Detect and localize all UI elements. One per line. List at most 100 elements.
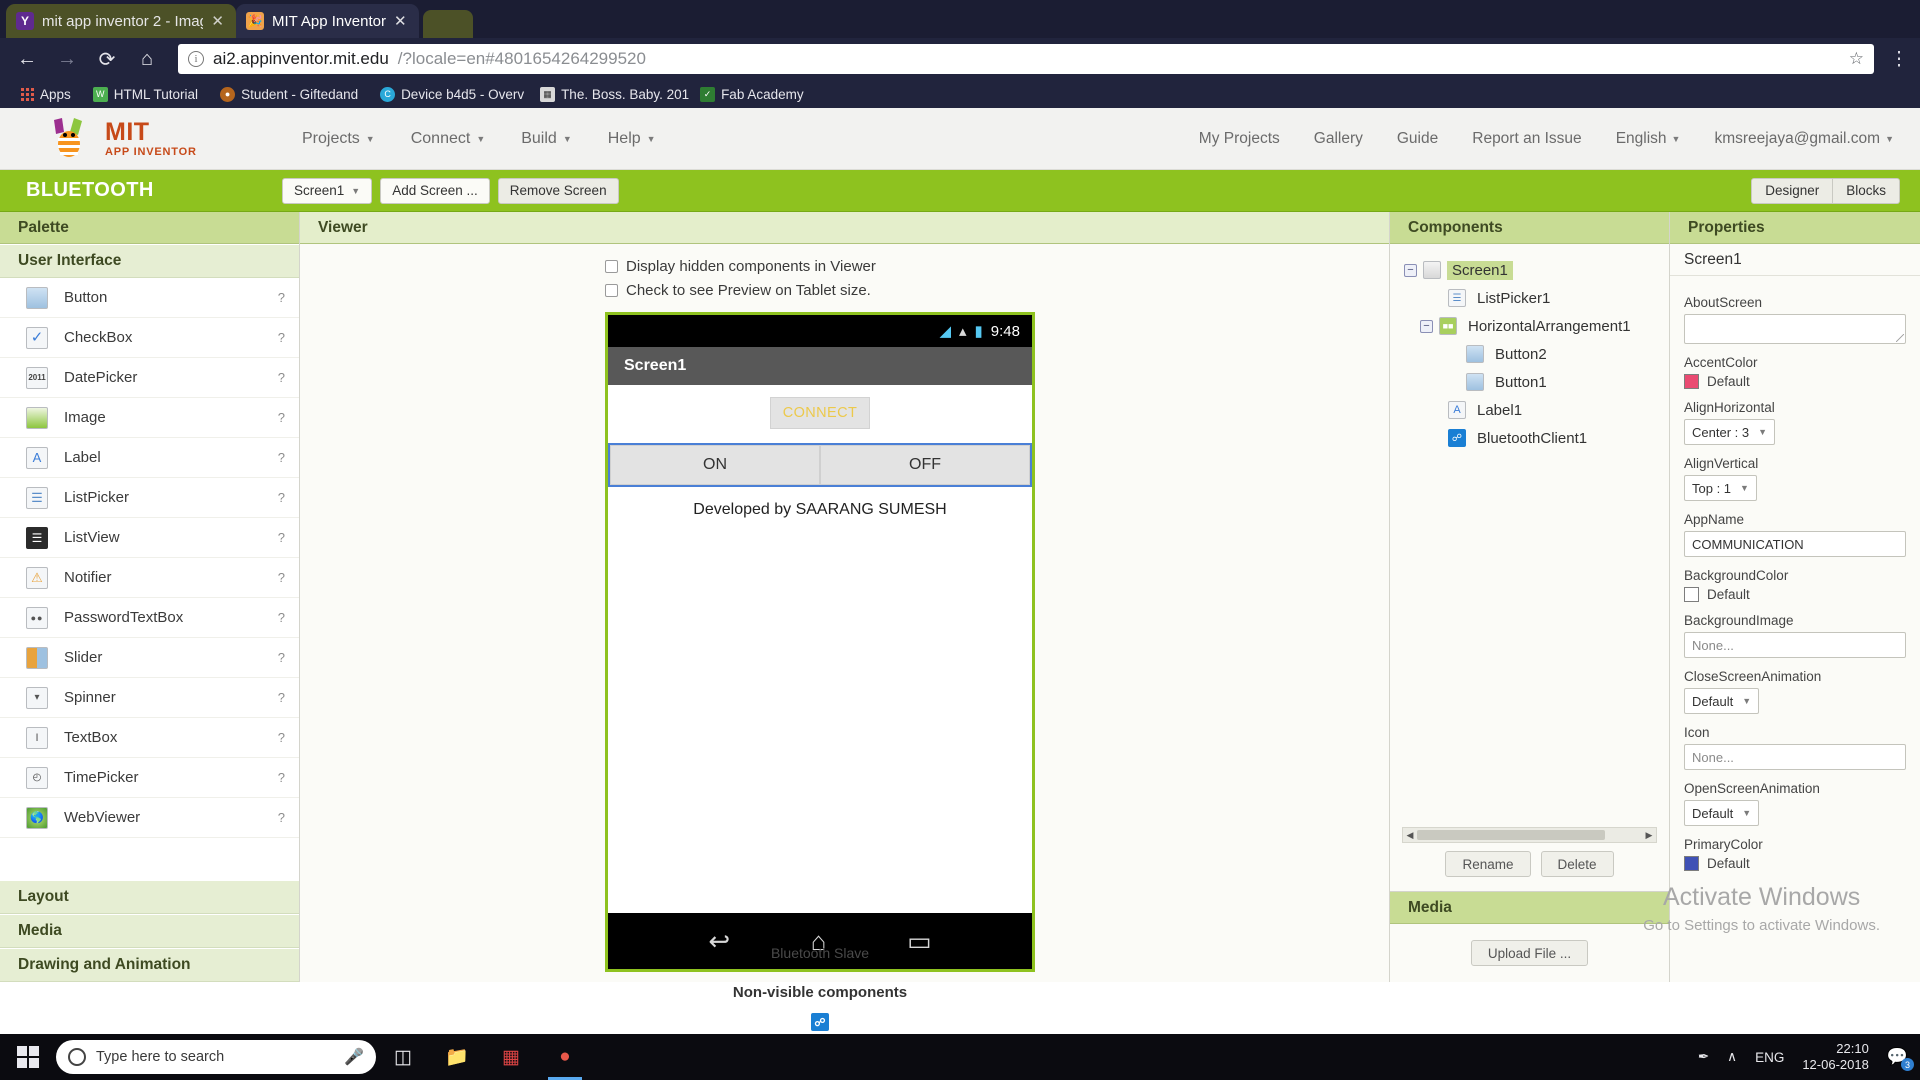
tree-item-screen1[interactable]: − Screen1: [1404, 256, 1669, 284]
palette-section-user-interface[interactable]: User Interface: [0, 244, 299, 278]
help-icon[interactable]: ?: [278, 490, 285, 505]
menu-help[interactable]: Help ▼: [608, 130, 656, 148]
rename-button[interactable]: Rename: [1445, 851, 1531, 877]
help-icon[interactable]: ?: [278, 410, 285, 425]
color-swatch[interactable]: [1684, 856, 1699, 871]
tree-item-horizontalarrangement1[interactable]: − ■■ HorizontalArrangement1: [1404, 312, 1669, 340]
help-icon[interactable]: ?: [278, 690, 285, 705]
add-screen-button[interactable]: Add Screen ...: [380, 177, 490, 204]
notification-icon[interactable]: 💬 3: [1887, 1047, 1914, 1071]
upload-file-button[interactable]: Upload File ...: [1470, 940, 1589, 966]
checkbox-icon[interactable]: [605, 284, 618, 297]
palette-item-slider[interactable]: Slider ?: [0, 638, 299, 678]
checkbox-icon[interactable]: [605, 260, 618, 273]
taskbar-clock[interactable]: 22:10 12-06-2018: [1802, 1041, 1869, 1074]
non-visible-component-item[interactable]: ☍: [605, 1013, 1035, 1031]
palette-section-media[interactable]: Media: [0, 914, 299, 948]
palette-section-layout[interactable]: Layout: [0, 880, 299, 914]
help-icon[interactable]: ?: [278, 810, 285, 825]
help-icon[interactable]: ?: [278, 290, 285, 305]
palette-item-spinner[interactable]: ▾ Spinner ?: [0, 678, 299, 718]
tree-item-label1[interactable]: A Label1: [1404, 396, 1669, 424]
components-horizontal-scrollbar[interactable]: ◀ ▶: [1402, 827, 1657, 843]
palette-item-checkbox[interactable]: ✓ CheckBox ?: [0, 318, 299, 358]
help-icon[interactable]: ?: [278, 450, 285, 465]
primarycolor-picker[interactable]: Default: [1684, 856, 1906, 871]
palette-item-label[interactable]: A Label ?: [0, 438, 299, 478]
scroll-left-icon[interactable]: ◀: [1403, 830, 1417, 841]
collapse-icon[interactable]: −: [1420, 319, 1433, 333]
bookmark-movie[interactable]: ▦ The. Boss. Baby. 201: [529, 83, 689, 105]
home-icon[interactable]: ⌂: [130, 42, 164, 76]
browser-tab-2[interactable]: 🎉 MIT App Inventor ✕: [236, 4, 419, 38]
nav-account-menu[interactable]: kmsreejaya@gmail.com ▼: [1714, 130, 1894, 148]
app-inventor-taskbar-icon[interactable]: ▦: [484, 1034, 538, 1080]
help-icon[interactable]: ?: [278, 370, 285, 385]
collapse-icon[interactable]: −: [1404, 263, 1417, 277]
scroll-right-icon[interactable]: ▶: [1642, 830, 1656, 841]
help-icon[interactable]: ?: [278, 530, 285, 545]
screen-selector-dropdown[interactable]: Screen1 ▼: [282, 177, 373, 204]
bookmark-star-icon[interactable]: ☆: [1849, 49, 1864, 69]
button-on[interactable]: ON: [610, 445, 820, 485]
help-icon[interactable]: ?: [278, 770, 285, 785]
palette-item-button[interactable]: Button ?: [0, 278, 299, 318]
backgroundcolor-picker[interactable]: Default: [1684, 587, 1906, 602]
chrome-icon[interactable]: ●: [538, 1034, 592, 1080]
palette-item-textbox[interactable]: I TextBox ?: [0, 718, 299, 758]
alignhorizontal-select[interactable]: Center : 3 ▼: [1684, 419, 1776, 445]
reload-icon[interactable]: ⟳: [90, 42, 124, 76]
palette-item-notifier[interactable]: ⚠ Notifier ?: [0, 558, 299, 598]
nav-guide[interactable]: Guide: [1397, 130, 1438, 148]
remove-screen-button[interactable]: Remove Screen: [497, 177, 619, 204]
developer-label[interactable]: Developed by SAARANG SUMESH: [608, 501, 1032, 519]
menu-projects[interactable]: Projects ▼: [302, 130, 375, 148]
nav-my-projects[interactable]: My Projects: [1199, 130, 1280, 148]
appname-input[interactable]: COMMUNICATION: [1684, 531, 1906, 557]
pen-icon[interactable]: ✒: [1698, 1049, 1709, 1065]
backgroundimage-input[interactable]: None...: [1684, 632, 1906, 658]
taskbar-search-box[interactable]: Type here to search 🎤: [56, 1040, 376, 1074]
listpicker-connect-button[interactable]: CONNECT: [770, 397, 870, 429]
browser-tab-1[interactable]: Y mit app inventor 2 - Imag ✕: [6, 4, 236, 38]
menu-build[interactable]: Build ▼: [521, 130, 572, 148]
button-off[interactable]: OFF: [820, 445, 1030, 485]
address-bar[interactable]: i ai2.appinventor.mit.edu /?locale=en#48…: [178, 44, 1874, 74]
palette-item-webviewer[interactable]: 🌎 WebViewer ?: [0, 798, 299, 838]
delete-button[interactable]: Delete: [1540, 851, 1614, 877]
forward-icon[interactable]: →: [50, 42, 84, 76]
microphone-icon[interactable]: 🎤: [344, 1047, 364, 1067]
menu-connect[interactable]: Connect ▼: [411, 130, 486, 148]
nav-language-select[interactable]: English ▼: [1616, 130, 1681, 148]
aboutscreen-textarea[interactable]: [1684, 314, 1906, 344]
bookmark-student[interactable]: ● Student - Giftedand: [209, 83, 369, 105]
scrollbar-thumb[interactable]: [1417, 830, 1605, 840]
help-icon[interactable]: ?: [278, 570, 285, 585]
close-icon[interactable]: ✕: [211, 12, 224, 30]
bookmark-fab-academy[interactable]: ✓ Fab Academy: [689, 83, 815, 105]
alignvertical-select[interactable]: Top : 1 ▼: [1684, 475, 1757, 501]
task-view-icon[interactable]: ◫: [376, 1034, 430, 1080]
horizontal-arrangement-preview[interactable]: ON OFF: [608, 443, 1032, 487]
palette-item-timepicker[interactable]: ◴ TimePicker ?: [0, 758, 299, 798]
help-icon[interactable]: ?: [278, 730, 285, 745]
designer-toggle-button[interactable]: Designer: [1751, 177, 1834, 204]
chrome-menu-icon[interactable]: ⋮: [1888, 48, 1910, 71]
bookmark-html-tutorial[interactable]: W HTML Tutorial: [82, 83, 209, 105]
nav-report-issue[interactable]: Report an Issue: [1472, 130, 1581, 148]
chevron-up-icon[interactable]: ∧: [1727, 1049, 1737, 1065]
tree-item-button2[interactable]: Button2: [1404, 340, 1669, 368]
help-icon[interactable]: ?: [278, 330, 285, 345]
tree-item-listpicker1[interactable]: ☰ ListPicker1: [1404, 284, 1669, 312]
help-icon[interactable]: ?: [278, 650, 285, 665]
palette-item-listpicker[interactable]: ☰ ListPicker ?: [0, 478, 299, 518]
tree-item-bluetoothclient1[interactable]: ☍ BluetoothClient1: [1404, 424, 1669, 452]
palette-item-datepicker[interactable]: 2011 DatePicker ?: [0, 358, 299, 398]
color-swatch[interactable]: [1684, 374, 1699, 389]
start-button[interactable]: [0, 1034, 56, 1080]
close-icon[interactable]: ✕: [394, 12, 407, 30]
nav-gallery[interactable]: Gallery: [1314, 130, 1363, 148]
closescreenanimation-select[interactable]: Default ▼: [1684, 688, 1760, 714]
palette-item-listview[interactable]: ☰ ListView ?: [0, 518, 299, 558]
palette-item-image[interactable]: Image ?: [0, 398, 299, 438]
